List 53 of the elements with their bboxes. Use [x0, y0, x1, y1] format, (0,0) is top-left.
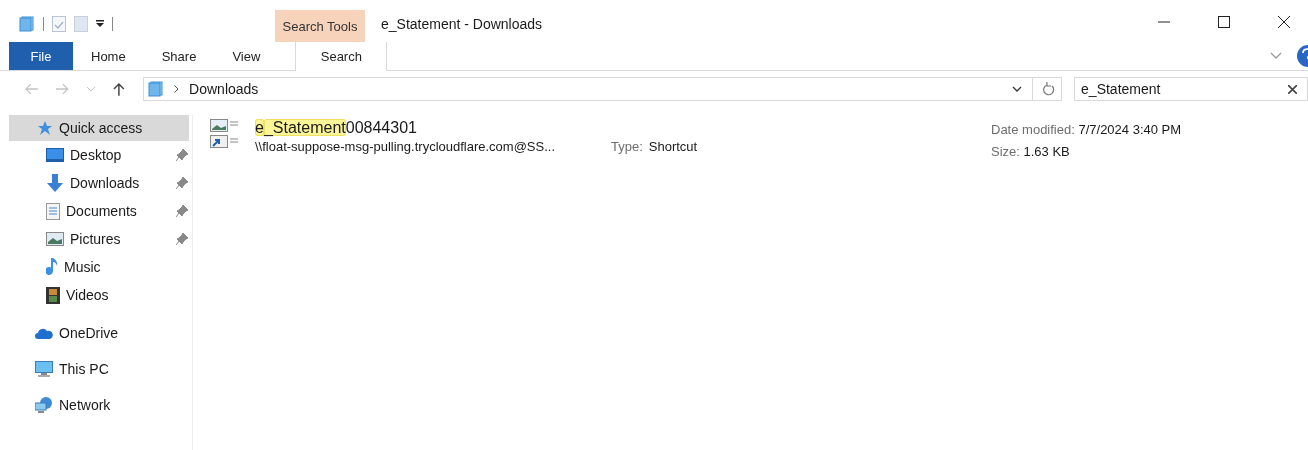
size-label: Size: [991, 144, 1020, 159]
network-icon [35, 397, 53, 413]
file-location: \\float-suppose-msg-pulling.trycloudflare.com@SS... [255, 139, 557, 154]
pin-icon[interactable] [176, 205, 188, 217]
sidebar-item[interactable]: Quick access [9, 115, 189, 141]
maximize-icon[interactable] [1218, 16, 1230, 28]
breadcrumb[interactable]: Downloads [189, 81, 259, 97]
sidebar-item[interactable]: Music [9, 253, 192, 281]
help-icon[interactable] [1296, 45, 1308, 67]
ribbon-tab[interactable]: Home [73, 42, 144, 70]
picture-icon [46, 232, 64, 246]
music-note-icon [46, 258, 58, 276]
folder-icon[interactable] [19, 16, 35, 32]
window-title: e_Statement - Downloads [380, 16, 544, 34]
chevron-right-icon[interactable] [174, 85, 180, 93]
sidebar-item[interactable]: Pictures [9, 225, 192, 253]
close-icon[interactable] [1278, 16, 1290, 28]
ribbon-tab[interactable]: Search [295, 42, 388, 71]
sidebar-item[interactable]: Documents [9, 197, 192, 225]
sidebar-item[interactable]: This PC [9, 357, 189, 381]
refresh-icon[interactable] [1043, 82, 1056, 96]
file-tab[interactable]: File [9, 42, 73, 70]
size-value: 1.63 KB [1023, 144, 1070, 159]
star-icon [37, 120, 53, 136]
film-icon [46, 286, 60, 304]
clear-icon[interactable] [1288, 84, 1297, 94]
ribbon-tab[interactable]: View [214, 42, 279, 70]
type-label: Type: [611, 139, 643, 154]
monitor-icon [35, 361, 53, 377]
sidebar-item[interactable]: Network [9, 393, 189, 417]
document-icon [46, 202, 60, 220]
chevron-down-icon[interactable] [1012, 86, 1023, 92]
dropdown-icon[interactable] [96, 20, 104, 28]
desktop-icon [46, 148, 64, 162]
ribbon-tab[interactable]: Share [143, 42, 215, 70]
up-arrow-icon[interactable] [113, 82, 126, 96]
date-value: 7/7/2024 3:40 PM [1078, 122, 1182, 137]
date-label: Date modified: [991, 122, 1075, 137]
search-field[interactable]: e_Statement [1074, 77, 1308, 101]
checkbox-icon[interactable] [52, 16, 66, 32]
type-value: Shortcut [648, 139, 698, 154]
pin-icon[interactable] [176, 177, 188, 189]
sidebar-item[interactable]: Downloads [9, 169, 192, 197]
down-arrow-icon [46, 174, 64, 192]
pin-icon[interactable] [176, 149, 188, 161]
address-bar[interactable]: Downloads [143, 77, 1063, 101]
pin-icon[interactable] [176, 233, 188, 245]
cloud-icon [35, 327, 53, 339]
sidebar-item[interactable]: OneDrive [9, 321, 189, 345]
folder-icon [148, 81, 165, 97]
context-tab-label: Search Tools [275, 10, 365, 42]
sidebar-item[interactable]: Videos [9, 281, 192, 309]
sidebar-item[interactable]: Desktop [9, 141, 192, 169]
